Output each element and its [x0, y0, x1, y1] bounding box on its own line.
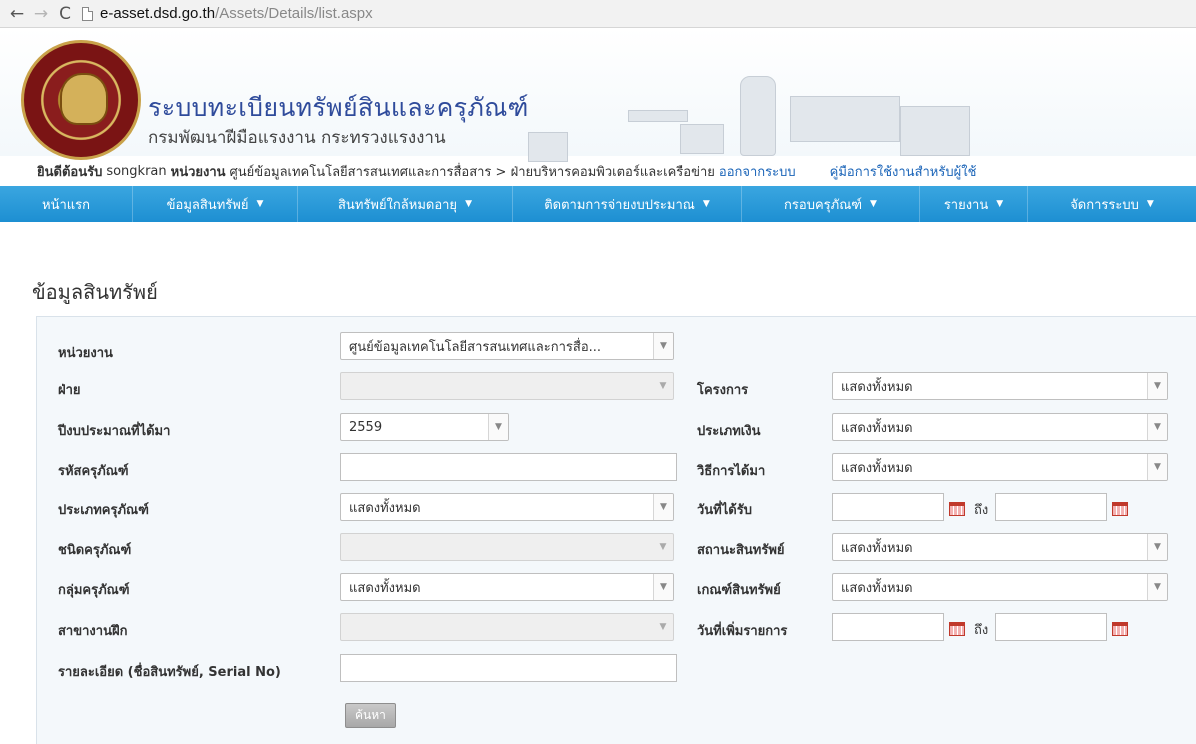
copier-icon	[900, 106, 970, 156]
dropdown-arrow-icon: ▼	[1147, 414, 1167, 440]
money-type-label: ประเภทเงิน	[697, 424, 761, 439]
division-select[interactable]: ▼	[340, 372, 674, 400]
user-manual-link[interactable]: คู่มือการใช้งานสำหรับผู้ใช้	[830, 161, 977, 182]
address-bar[interactable]: e-asset.dsd.go.th /Assets/Details/list.a…	[82, 5, 373, 22]
printer-icon	[680, 124, 724, 154]
department-logo-icon	[21, 40, 141, 160]
dropdown-arrow-icon: ▼	[659, 381, 667, 391]
calendar-icon[interactable]	[1112, 622, 1128, 636]
router-icon	[628, 110, 688, 122]
asset-status-select[interactable]: แสดงทั้งหมด ▼	[832, 533, 1168, 561]
calendar-icon[interactable]	[949, 502, 965, 516]
chevron-down-icon: ▼	[1146, 199, 1154, 209]
chevron-down-icon: ▼	[465, 199, 472, 209]
equipment-code-label: รหัสครุภัณฑ์	[58, 464, 129, 479]
welcome-bar: ยินดีต้อนรับ songkran หน่วยงาน ศูนย์ข้อม…	[0, 156, 1196, 186]
menu-expiring-assets[interactable]: สินทรัพย์ใกล้หมดอายุ ▼	[298, 186, 513, 222]
welcome-unit-value: ศูนย์ข้อมูลเทคโนโลยีสารสนเทศและการสื่อสา…	[229, 164, 715, 180]
office-chair-icon	[740, 76, 776, 156]
chevron-down-icon: ▼	[702, 199, 710, 209]
calendar-icon[interactable]	[949, 622, 965, 636]
dropdown-arrow-icon: ▼	[1147, 373, 1167, 399]
project-label: โครงการ	[697, 383, 749, 398]
dropdown-arrow-icon: ▼	[653, 333, 673, 359]
received-date-to-label: ถึง	[974, 503, 989, 518]
dropdown-arrow-icon: ▼	[659, 542, 667, 552]
project-select[interactable]: แสดงทั้งหมด ▼	[832, 372, 1168, 400]
search-form-panel: หน่วยงาน ศูนย์ข้อมูลเทคโนโลยีสารสนเทศและ…	[36, 316, 1196, 744]
url-path: /Assets/Details/list.aspx	[215, 5, 373, 22]
division-label: ฝ่าย	[58, 383, 81, 398]
fiscal-year-label: ปีงบประมาณที่ได้มา	[58, 424, 171, 439]
equipment-code-input[interactable]	[340, 453, 677, 481]
asset-criteria-select[interactable]: แสดงทั้งหมด ▼	[832, 573, 1168, 601]
menu-reports[interactable]: รายงาน ▼	[920, 186, 1028, 222]
added-date-label: วันที่เพิ่มรายการ	[697, 624, 788, 639]
unit-label: หน่วยงาน	[58, 346, 113, 361]
money-type-select[interactable]: แสดงทั้งหมด ▼	[832, 413, 1168, 441]
equipment-kind-select[interactable]: ▼	[340, 533, 674, 561]
main-menu: หน้าแรก ข้อมูลสินทรัพย์ ▼ สินทรัพย์ใกล้ห…	[0, 186, 1196, 222]
dropdown-arrow-icon: ▼	[659, 622, 667, 632]
dropdown-arrow-icon: ▼	[488, 414, 508, 440]
dropdown-arrow-icon: ▼	[1147, 574, 1167, 600]
url-domain: e-asset.dsd.go.th	[100, 5, 216, 22]
computer-monitor-icon	[528, 132, 568, 162]
dropdown-arrow-icon: ▼	[653, 574, 673, 600]
training-branch-label: สาขางานฝึก	[58, 624, 128, 639]
site-banner: ระบบทะเบียนทรัพย์สินและครุภัณฑ์ กรมพัฒนา…	[0, 28, 1196, 162]
training-branch-select[interactable]: ▼	[340, 613, 674, 641]
reload-icon[interactable]: C	[54, 3, 76, 25]
equipment-type-select[interactable]: แสดงทั้งหมด ▼	[340, 493, 674, 521]
back-arrow-icon[interactable]: ←	[6, 3, 28, 25]
details-input[interactable]	[340, 654, 677, 682]
welcome-greeting: ยินดีต้อนรับ	[37, 164, 103, 180]
calendar-icon[interactable]	[1112, 502, 1128, 516]
equipment-group-label: กลุ่มครุภัณฑ์	[58, 583, 130, 598]
added-date-from-input[interactable]	[832, 613, 944, 641]
asset-criteria-label: เกณฑ์สินทรัพย์	[697, 583, 781, 598]
site-title: ระบบทะเบียนทรัพย์สินและครุภัณฑ์	[148, 93, 529, 122]
asset-status-label: สถานะสินทรัพย์	[697, 543, 785, 558]
dropdown-arrow-icon: ▼	[1147, 534, 1167, 560]
menu-asset-info[interactable]: ข้อมูลสินทรัพย์ ▼	[133, 186, 298, 222]
chevron-down-icon: ▼	[996, 199, 1004, 209]
menu-budget-tracking[interactable]: ติดตามการจ่ายงบประมาณ ▼	[513, 186, 742, 222]
added-date-to-input[interactable]	[995, 613, 1107, 641]
forward-arrow-icon[interactable]: →	[30, 3, 52, 25]
fiscal-year-select[interactable]: 2559 ▼	[340, 413, 509, 441]
added-date-to-label: ถึง	[974, 623, 989, 638]
chevron-down-icon: ▼	[256, 199, 264, 209]
equipment-kind-label: ชนิดครุภัณฑ์	[58, 543, 132, 558]
dropdown-arrow-icon: ▼	[1147, 454, 1167, 480]
equipment-type-label: ประเภทครุภัณฑ์	[58, 503, 149, 518]
logout-link[interactable]: ออกจากระบบ	[719, 161, 796, 182]
menu-home[interactable]: หน้าแรก	[0, 186, 133, 222]
desk-icon	[790, 96, 900, 142]
received-date-from-input[interactable]	[832, 493, 944, 521]
chevron-down-icon: ▼	[870, 199, 877, 209]
page-icon	[82, 6, 93, 21]
dropdown-arrow-icon: ▼	[653, 494, 673, 520]
received-date-label: วันที่ได้รับ	[697, 503, 752, 518]
page-title: ข้อมูลสินทรัพย์	[32, 280, 158, 304]
equipment-group-select[interactable]: แสดงทั้งหมด ▼	[340, 573, 674, 601]
menu-system-admin[interactable]: จัดการระบบ ▼	[1028, 186, 1196, 222]
welcome-unit-label: หน่วยงาน	[170, 164, 226, 180]
browser-toolbar: ← → C e-asset.dsd.go.th /Assets/Details/…	[0, 0, 1196, 28]
unit-select[interactable]: ศูนย์ข้อมูลเทคโนโลยีสารสนเทศและการสื่อ..…	[340, 332, 674, 360]
welcome-user: songkran	[106, 163, 167, 179]
received-date-to-input[interactable]	[995, 493, 1107, 521]
search-button[interactable]: ค้นหา	[345, 703, 396, 728]
menu-equipment-framework[interactable]: กรอบครุภัณฑ์ ▼	[742, 186, 920, 222]
acquire-method-select[interactable]: แสดงทั้งหมด ▼	[832, 453, 1168, 481]
details-label: รายละเอียด (ชื่อสินทรัพย์, Serial No)	[58, 665, 281, 680]
site-subtitle: กรมพัฒนาฝีมือแรงงาน กระทรวงแรงงาน	[148, 128, 446, 148]
acquire-method-label: วิธีการได้มา	[697, 464, 766, 479]
